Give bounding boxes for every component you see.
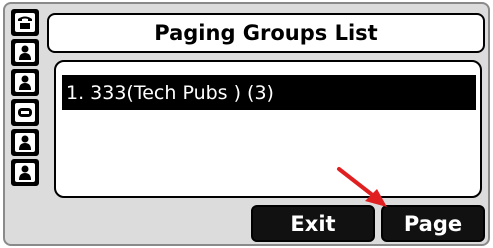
page-title: Paging Groups List: [47, 13, 485, 53]
line-key-2[interactable]: [11, 39, 39, 66]
arrow-annotation-icon: [337, 167, 387, 207]
phone-handset-icon: [15, 13, 35, 32]
line-key-4[interactable]: [11, 99, 39, 126]
line-key-1[interactable]: [11, 9, 39, 36]
contact-icon: [15, 43, 35, 62]
line-key-3[interactable]: [11, 69, 39, 96]
contact-icon: [15, 133, 35, 152]
line-key-6[interactable]: [11, 159, 39, 186]
minus-line-icon: [15, 103, 35, 122]
contact-icon: [15, 163, 35, 182]
page-button[interactable]: Page: [381, 205, 485, 242]
paging-groups-list: 1. 333(Tech Pubs ) (3): [54, 60, 482, 198]
list-item[interactable]: 1. 333(Tech Pubs ) (3): [62, 75, 476, 110]
line-key-5[interactable]: [11, 129, 39, 156]
contact-icon: [15, 73, 35, 92]
